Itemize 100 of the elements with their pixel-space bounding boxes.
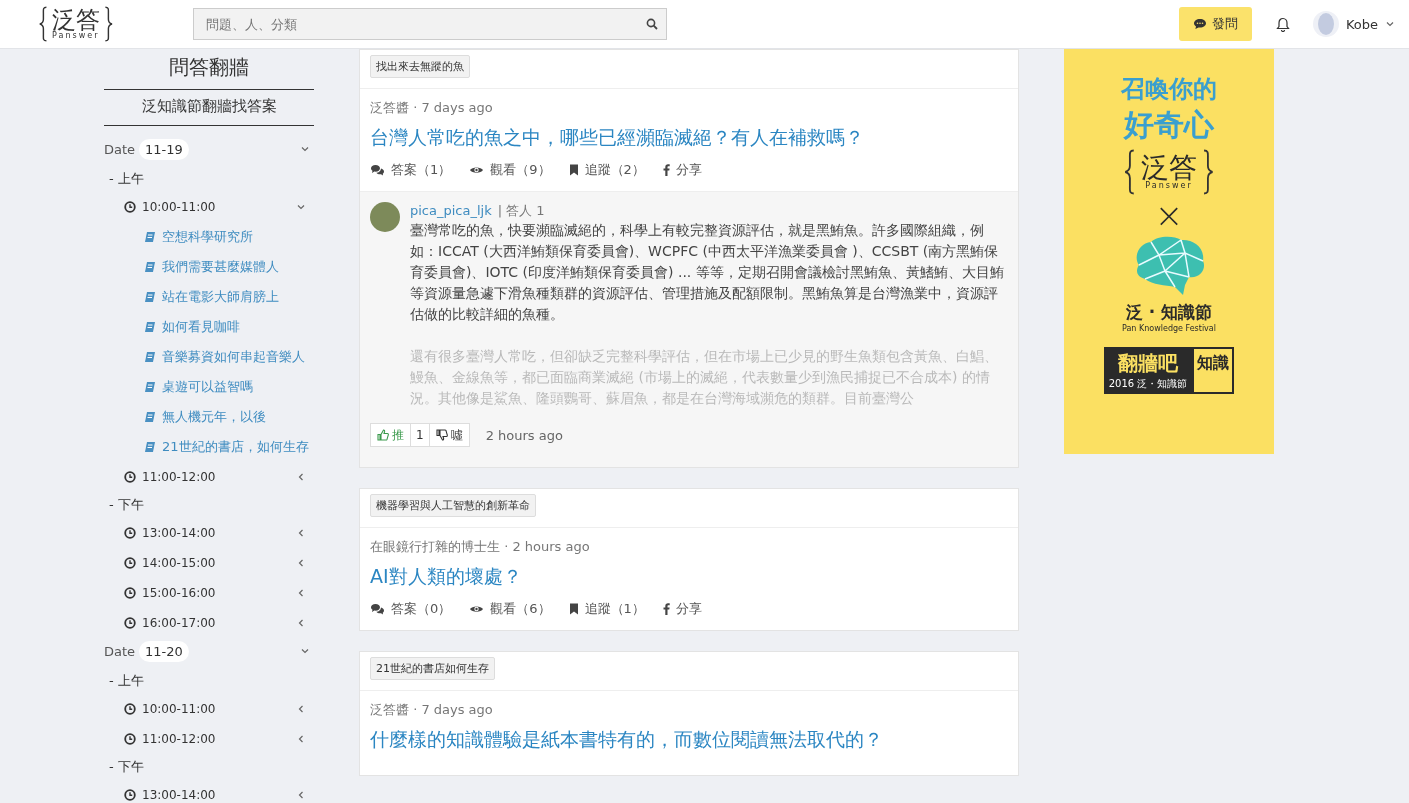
chevron-down-icon[interactable] bbox=[300, 144, 310, 154]
banner-headline: 召喚你的 bbox=[1121, 74, 1217, 105]
date-pill[interactable]: 11-20 bbox=[139, 640, 189, 662]
topic-tag[interactable]: 21世紀的書店如何生存 bbox=[370, 657, 495, 680]
book-icon bbox=[144, 381, 156, 393]
period-label: - 下午 bbox=[108, 496, 145, 514]
book-icon bbox=[144, 231, 156, 243]
chevron-down-icon[interactable] bbox=[1385, 19, 1395, 29]
sidebar-subtitle: 泛知識節翻牆找答案 bbox=[104, 90, 314, 126]
question-meta: 泛答醬 · 7 days ago bbox=[370, 99, 494, 117]
topic-tag[interactable]: 機器學習與人工智慧的創新革命 bbox=[370, 494, 536, 517]
time-slot-label[interactable]: 14:00-15:00 bbox=[142, 556, 290, 570]
thumbs-down-icon bbox=[435, 429, 448, 441]
thumbs-up-icon bbox=[377, 429, 389, 441]
ask-button[interactable]: 發問 bbox=[1178, 7, 1252, 41]
stat-link[interactable]: 觀看（6） bbox=[490, 600, 551, 618]
time-slot-label[interactable]: 11:00-12:00 bbox=[142, 470, 290, 484]
book-icon bbox=[144, 441, 156, 453]
speech-bubble-icon bbox=[1192, 18, 1207, 30]
topic-tag[interactable]: 找出來去無蹤的魚 bbox=[370, 55, 470, 78]
bookmark-icon bbox=[568, 603, 579, 615]
chevron-left-icon[interactable] bbox=[296, 704, 306, 714]
stat-link[interactable]: 追蹤（1） bbox=[584, 600, 645, 618]
stat-link[interactable]: 分享 bbox=[675, 161, 702, 179]
banner-headline: 好奇心 bbox=[1124, 107, 1214, 143]
question-meta: 在眼鏡行打雜的博士生 · 2 hours ago bbox=[370, 538, 591, 556]
time-slot-label[interactable]: 11:00-12:00 bbox=[142, 732, 290, 746]
question-title-link[interactable]: AI對人類的壞處？ bbox=[370, 564, 1008, 590]
comments-icon bbox=[370, 164, 385, 176]
time-slot-label[interactable]: 10:00-11:00 bbox=[142, 200, 290, 214]
clock-icon bbox=[124, 201, 136, 213]
book-icon bbox=[144, 261, 156, 273]
festival-name: 泛 · 知識節 bbox=[1125, 301, 1213, 324]
chevron-left-icon[interactable] bbox=[296, 734, 306, 744]
chevron-left-icon[interactable] bbox=[296, 558, 306, 568]
chevron-left-icon[interactable] bbox=[296, 588, 306, 598]
avatar-placeholder bbox=[370, 202, 400, 232]
comments-icon bbox=[370, 603, 385, 615]
book-icon bbox=[144, 411, 156, 423]
vote-count: 1 bbox=[410, 424, 430, 446]
chevron-left-icon[interactable] bbox=[296, 528, 306, 538]
time-slot-label[interactable]: 13:00-14:00 bbox=[142, 526, 290, 540]
time-slot-label[interactable]: 16:00-17:00 bbox=[142, 616, 290, 630]
book-icon bbox=[144, 351, 156, 363]
festival-subtitle: Pan Knowledge Festival bbox=[1122, 324, 1216, 333]
date-label: Date bbox=[104, 141, 136, 157]
period-label: - 上午 bbox=[108, 170, 145, 188]
chevron-down-icon[interactable] bbox=[300, 646, 310, 656]
clock-icon bbox=[124, 471, 136, 483]
banner-logo: 泛答 Panswer bbox=[1123, 149, 1215, 195]
book-icon bbox=[144, 321, 156, 333]
book-graphic: 翻牆吧 2016 泛・知識節 知識 bbox=[1103, 347, 1235, 394]
user-name[interactable]: Kobe bbox=[1345, 16, 1378, 32]
search-icon[interactable] bbox=[645, 18, 658, 30]
clock-icon bbox=[124, 587, 136, 599]
time-slot-label[interactable]: 13:00-14:00 bbox=[142, 788, 290, 802]
curly-brace-icon bbox=[1201, 149, 1215, 195]
search-field[interactable]: 問題、人、分類 bbox=[192, 8, 667, 40]
book-icon bbox=[144, 291, 156, 303]
clock-icon bbox=[124, 617, 136, 629]
stat-link[interactable]: 追蹤（2） bbox=[584, 161, 645, 179]
answer-time: 2 hours ago bbox=[485, 427, 563, 443]
time-slot-label[interactable]: 15:00-16:00 bbox=[142, 586, 290, 600]
promo-banner[interactable]: 召喚你的 好奇心 泛答 Panswer × 泛 · 知識節 Pan Knowledge Festival 翻牆吧 2016 泛・知識節 知識 bbox=[1064, 49, 1274, 454]
stat-link[interactable]: 觀看（9） bbox=[490, 161, 551, 179]
question-title-link[interactable]: 什麼樣的知識體驗是紙本書特有的，而數位閱讀無法取代的？ bbox=[370, 727, 1008, 753]
answerer-link[interactable]: pica_pica_ljk bbox=[410, 203, 492, 218]
f-logo-icon bbox=[662, 603, 670, 615]
stat-link[interactable]: 答案（0） bbox=[391, 600, 452, 618]
stat-link[interactable]: 答案（1） bbox=[391, 161, 452, 179]
chevron-left-icon[interactable] bbox=[296, 790, 306, 800]
curly-brace-icon bbox=[38, 6, 49, 42]
clock-icon bbox=[124, 733, 136, 745]
question-title-link[interactable]: 台灣人常吃的魚之中，哪些已經瀕臨滅絕？有人在補救嗎？ bbox=[370, 125, 1008, 151]
chevron-down-icon[interactable] bbox=[296, 202, 306, 212]
chevron-left-icon[interactable] bbox=[296, 472, 306, 482]
time-slot-label[interactable]: 10:00-11:00 bbox=[142, 702, 290, 716]
date-pill[interactable]: 11-19 bbox=[139, 138, 189, 160]
notification-bell-icon[interactable] bbox=[1275, 16, 1290, 32]
f-logo-icon bbox=[662, 164, 670, 176]
clock-icon bbox=[124, 789, 136, 801]
curly-brace-icon bbox=[1123, 149, 1137, 195]
period-label: - 下午 bbox=[108, 758, 145, 776]
curly-brace-icon bbox=[102, 6, 114, 42]
chevron-left-icon[interactable] bbox=[296, 618, 306, 628]
clock-icon bbox=[124, 557, 136, 569]
clock-icon bbox=[124, 527, 136, 539]
answerer-role: | 答人 1 bbox=[497, 203, 545, 218]
banner-cross: × bbox=[1154, 195, 1184, 235]
clock-icon bbox=[124, 703, 136, 715]
bookmark-icon bbox=[568, 164, 579, 176]
eye-icon bbox=[469, 604, 485, 614]
panswer-logo[interactable]: 泛答 Panswer bbox=[38, 6, 114, 42]
period-label: - 上午 bbox=[108, 672, 145, 690]
eye-icon bbox=[469, 165, 485, 175]
sidebar-title: 問答翻牆 bbox=[104, 51, 314, 90]
stat-link[interactable]: 分享 bbox=[675, 600, 702, 618]
date-label: Date bbox=[104, 643, 136, 659]
question-meta: 泛答醬 · 7 days ago bbox=[370, 701, 494, 719]
answer-paragraph: 臺灣常吃的魚，快要瀕臨滅絕的，科學上有較完整資源評估，就是黑鮪魚。許多國際組織，例如：ICCAT (大西洋鮪類保育委員會)、WCPFC (中西太平洋漁業委員會 )、CCSBT (南方黑鮪保育委員會)、IOTC (印度洋鮪類保育委員會) ... 等等，定期召開會議檢討黑鮪魚、黃鰭鮪、大目鮪等資源量急遽下滑魚種類群的資源評估、管理措施及配額限制。黑鮪魚算是台灣漁業中，資源評估做的比較詳細的魚種。 bbox=[410, 221, 1005, 324]
